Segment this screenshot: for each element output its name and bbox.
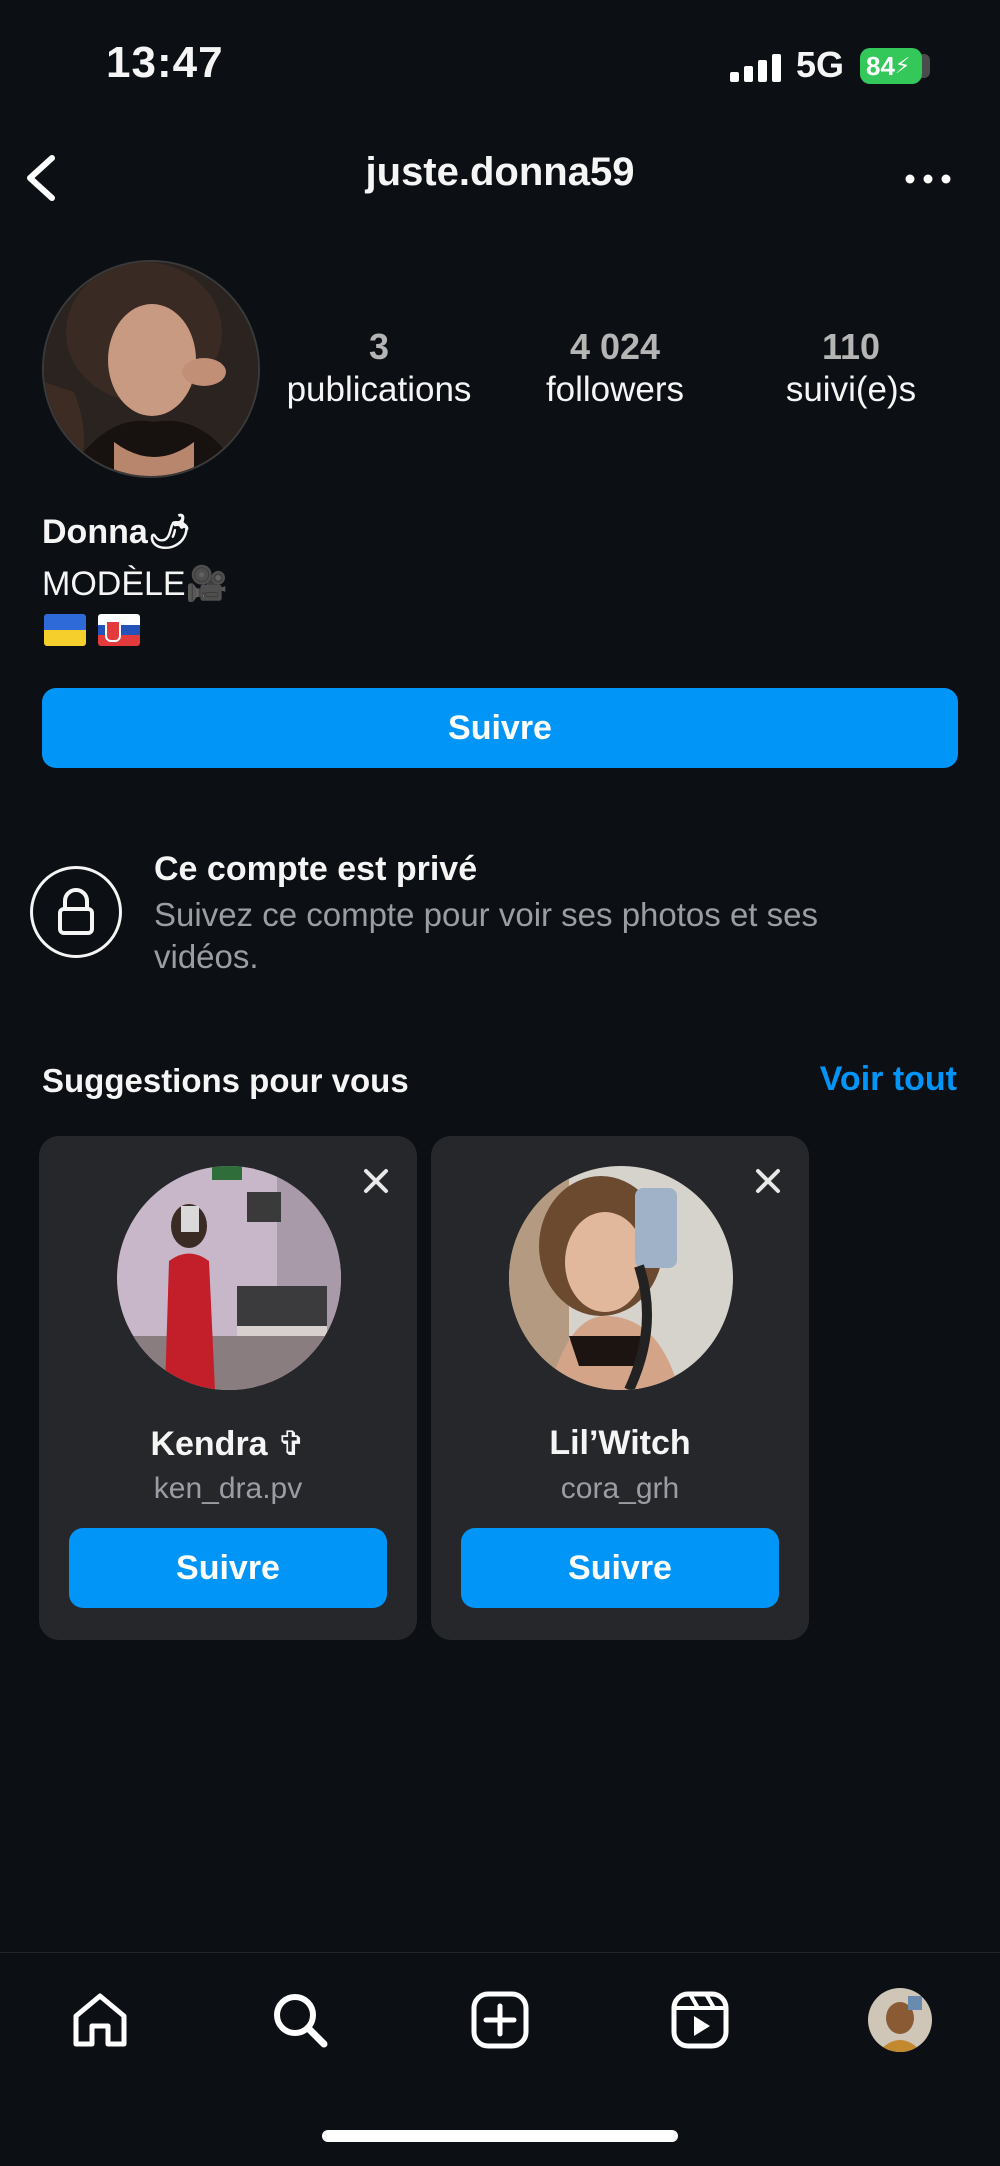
private-account-description: Suivez ce compte pour voir ses photos et… xyxy=(154,896,818,975)
stat-label: suivi(e)s xyxy=(785,370,917,409)
private-account-title: Ce compte est privé xyxy=(154,850,478,888)
profile-avatar[interactable] xyxy=(42,260,260,478)
stat-following[interactable]: 110 suivi(e)s xyxy=(736,326,966,410)
stat-followers[interactable]: 4 024 followers xyxy=(500,326,730,410)
profile-tab-avatar[interactable] xyxy=(868,1988,932,2052)
search-icon[interactable] xyxy=(268,1988,332,2052)
profile-username: juste.donna59 xyxy=(365,150,635,194)
profile-name-text: Donna xyxy=(42,513,148,551)
signal-icon xyxy=(730,52,782,82)
network-label: 5G xyxy=(796,44,845,85)
suggestion-avatar[interactable] xyxy=(509,1166,733,1390)
home-icon[interactable] xyxy=(68,1988,132,2052)
chili-emoji-icon: 🌶 xyxy=(147,513,191,551)
stat-value: 4 024 xyxy=(569,326,661,367)
suggestion-avatar[interactable] xyxy=(117,1166,341,1390)
battery-icon: 84 ⚡ xyxy=(860,48,930,86)
profile-bio: MODÈLE🎥 xyxy=(42,564,228,604)
more-options-icon[interactable] xyxy=(900,152,956,202)
stat-value: 110 xyxy=(821,326,881,367)
profile-bio-text: MODÈLE xyxy=(42,565,186,603)
suggestion-follow-button[interactable]: Suivre xyxy=(461,1528,779,1608)
suggestion-follow-button[interactable]: Suivre xyxy=(69,1528,387,1608)
status-time: 13:47 xyxy=(106,38,224,87)
lock-icon xyxy=(30,866,122,958)
create-icon[interactable] xyxy=(468,1988,532,2052)
suggestion-handle: ken_dra.pv xyxy=(153,1472,303,1505)
battery-level: 84 xyxy=(866,50,895,81)
ukraine-flag-icon xyxy=(44,614,86,646)
suggestion-card: Lil’Witch cora_grh Suivre xyxy=(431,1136,809,1640)
reels-icon[interactable] xyxy=(668,1988,732,2052)
suggestion-name[interactable]: Lil’Witch xyxy=(431,1424,809,1463)
home-indicator[interactable] xyxy=(322,2130,678,2142)
bio-flags xyxy=(44,614,140,646)
see-all-link[interactable]: Voir tout xyxy=(820,1060,957,1099)
stat-value: 3 xyxy=(368,326,390,367)
follow-button[interactable]: Suivre xyxy=(42,688,958,768)
suggestion-handle: cora_grh xyxy=(560,1472,680,1505)
stat-publications[interactable]: 3 publications xyxy=(264,326,494,410)
stat-label: followers xyxy=(545,370,685,409)
close-icon[interactable] xyxy=(359,1164,393,1198)
profile-name: Donna🌶 xyxy=(42,512,191,552)
video-camera-emoji-icon: 🎥 xyxy=(185,565,228,603)
suggestions-title: Suggestions pour vous xyxy=(42,1062,409,1099)
slovakia-flag-icon xyxy=(98,614,140,646)
suggestion-name[interactable]: Kendra ✞ xyxy=(39,1424,417,1464)
close-icon[interactable] xyxy=(751,1164,785,1198)
stat-label: publications xyxy=(286,370,472,409)
suggestion-card: Kendra ✞ ken_dra.pv Suivre xyxy=(39,1136,417,1640)
